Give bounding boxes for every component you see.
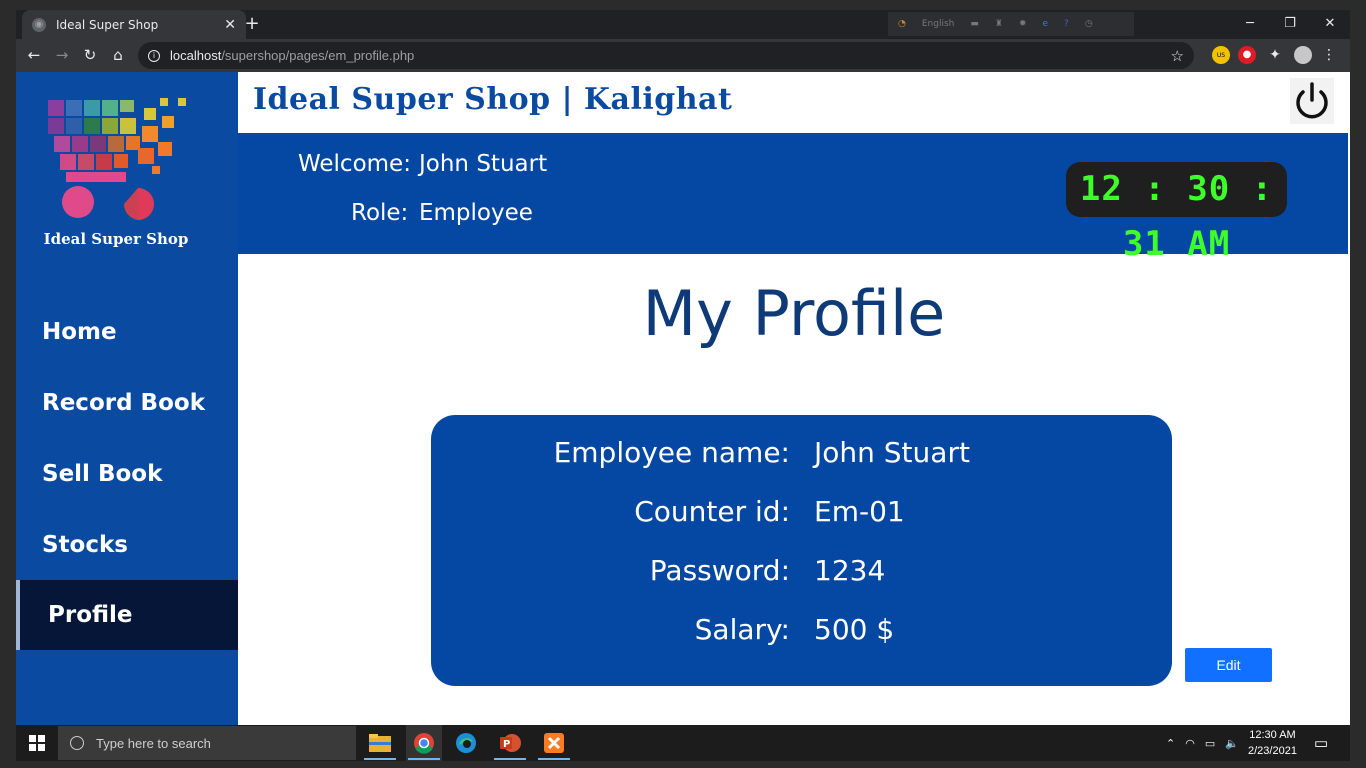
profile-value: John Stuart [814,436,970,469]
taskbar-date: 2/23/2021 [1248,745,1297,757]
browser-toolbar: ← → ↻ ⌂ i localhost/supershop/pages/em_p… [16,39,1350,72]
edit-button[interactable]: Edit [1185,648,1272,682]
new-tab-button[interactable]: + [242,14,262,34]
nav-item-label: Sell Book [42,461,163,487]
nav-item-label: Home [42,319,117,345]
profile-row: Counter id: Em-01 [431,495,1172,535]
screen: ◉ Ideal Super Shop ✕ + ◔ English ▬ ♜ ✹ e… [0,0,1366,768]
user-banner: Welcome: John Stuart Role: Employee 12 :… [238,133,1348,264]
tab-title: Ideal Super Shop [56,17,159,32]
help-icon[interactable]: ? [1064,19,1069,29]
nav-item-sell-book[interactable]: Sell Book [16,439,238,509]
battery-icon[interactable]: ▭ [1205,737,1215,750]
taskbar-search[interactable]: Type here to search [58,726,356,760]
info-icon[interactable]: i [148,49,160,62]
chevron-up-icon[interactable]: ⌃ [1166,737,1175,750]
profile-label: Counter id: [634,495,790,528]
search-icon [70,736,84,750]
profile-label: Password: [649,554,790,587]
profile-row: Employee name: John Stuart [431,436,1172,476]
language-label[interactable]: English [922,19,955,29]
page-title: My Profile [642,277,946,350]
taskbar-clock[interactable]: 12:30 AM 2/23/2021 [1248,725,1297,761]
svg-text:P: P [503,739,510,750]
browser-titlebar: ◉ Ideal Super Shop ✕ + ◔ English ▬ ♜ ✹ e… [16,10,1350,39]
nav-item-label: Record Book [42,390,205,416]
adblock-icon[interactable]: ● [1238,46,1256,64]
digital-clock: 12 : 30 : 31 AM [1066,162,1287,264]
system-tray: ⌃ ◠ ▭ 🔈 [1166,725,1239,761]
power-icon[interactable] [1290,78,1334,124]
restore-button[interactable]: ❐ [1270,10,1310,39]
reload-icon[interactable]: ↻ [80,45,100,65]
tab-close-icon[interactable]: ✕ [224,17,236,33]
notification-icon[interactable]: ▭ [1314,725,1328,761]
nav-item-stocks[interactable]: Stocks [16,510,238,580]
xampp-icon[interactable] [536,725,572,761]
nav-item-record-book[interactable]: Record Book [16,368,238,438]
profile-row: Password: 1234 [431,554,1172,594]
profile-label: Salary: [694,613,790,646]
file-explorer-icon[interactable] [362,725,398,761]
browser-tab[interactable]: ◉ Ideal Super Shop ✕ [22,10,246,39]
sidebar: Ideal Super Shop Home Record Book Sell B… [16,72,238,725]
home-icon[interactable]: ⌂ [108,45,128,65]
page-header: Ideal Super Shop | Kalighat [238,72,1350,133]
back-icon[interactable]: ← [24,45,44,65]
chrome-icon[interactable] [406,725,442,761]
gear-icon[interactable]: ✹ [1019,19,1027,29]
profile-row: Salary: 500 $ [431,613,1172,653]
shop-title: Ideal Super Shop | Kalighat [253,82,733,117]
edge-icon[interactable]: e [1043,19,1049,29]
taskbar: Type here to search P ⌃ ◠ ▭ 🔈 12:30 AM 2… [16,725,1350,761]
minimize-button[interactable]: ─ [1230,10,1270,39]
menu-icon[interactable]: ⋮ [1320,46,1338,64]
clock-icon[interactable]: ◷ [1085,19,1093,29]
extension-icon[interactable]: ♜ [995,19,1003,29]
role-value: Employee [419,200,533,226]
nav-item-label: Profile [48,602,133,628]
close-window-button[interactable]: ✕ [1310,10,1350,39]
profile-value: 1234 [814,554,886,587]
nav-item-profile[interactable]: Profile [16,580,238,650]
forward-icon[interactable]: → [52,45,72,65]
powerpoint-icon[interactable]: P [492,725,528,761]
windows-start-icon[interactable] [16,725,58,761]
url-text[interactable]: localhost/supershop/pages/em_profile.php [170,48,414,63]
volume-icon[interactable]: 🔈 [1225,737,1239,750]
address-bar[interactable]: i localhost/supershop/pages/em_profile.p… [138,42,1194,69]
profile-card: Employee name: John Stuart Counter id: E… [431,415,1172,686]
welcome-label: Welcome: [298,151,411,177]
avatar[interactable] [1294,46,1312,64]
web-page: Ideal Super Shop Home Record Book Sell B… [16,72,1350,725]
profile-value: Em-01 [814,495,905,528]
nav-item-label: Stocks [42,532,128,558]
logo-text: Ideal Super Shop [43,230,189,248]
globe-icon: ◉ [32,17,46,32]
bookmark-star-icon[interactable]: ☆ [1171,47,1184,65]
nav-item-home[interactable]: Home [16,297,238,367]
profile-value: 500 $ [814,613,895,646]
extension-icon[interactable]: US [1212,46,1230,64]
taskbar-time: 12:30 AM [1249,729,1296,741]
puzzle-icon[interactable]: ✦ [1266,46,1284,64]
extension-strip: ◔ English ▬ ♜ ✹ e ? ◷ [888,12,1134,36]
welcome-value: John Stuart [419,151,548,177]
search-placeholder: Type here to search [96,735,211,751]
extension-icon[interactable]: ▬ [970,19,979,29]
extension-icon[interactable]: ◔ [898,19,906,29]
role-label: Role: [351,200,409,226]
wifi-icon[interactable]: ◠ [1185,737,1195,750]
edge-icon[interactable] [448,725,484,761]
profile-label: Employee name: [553,436,790,469]
